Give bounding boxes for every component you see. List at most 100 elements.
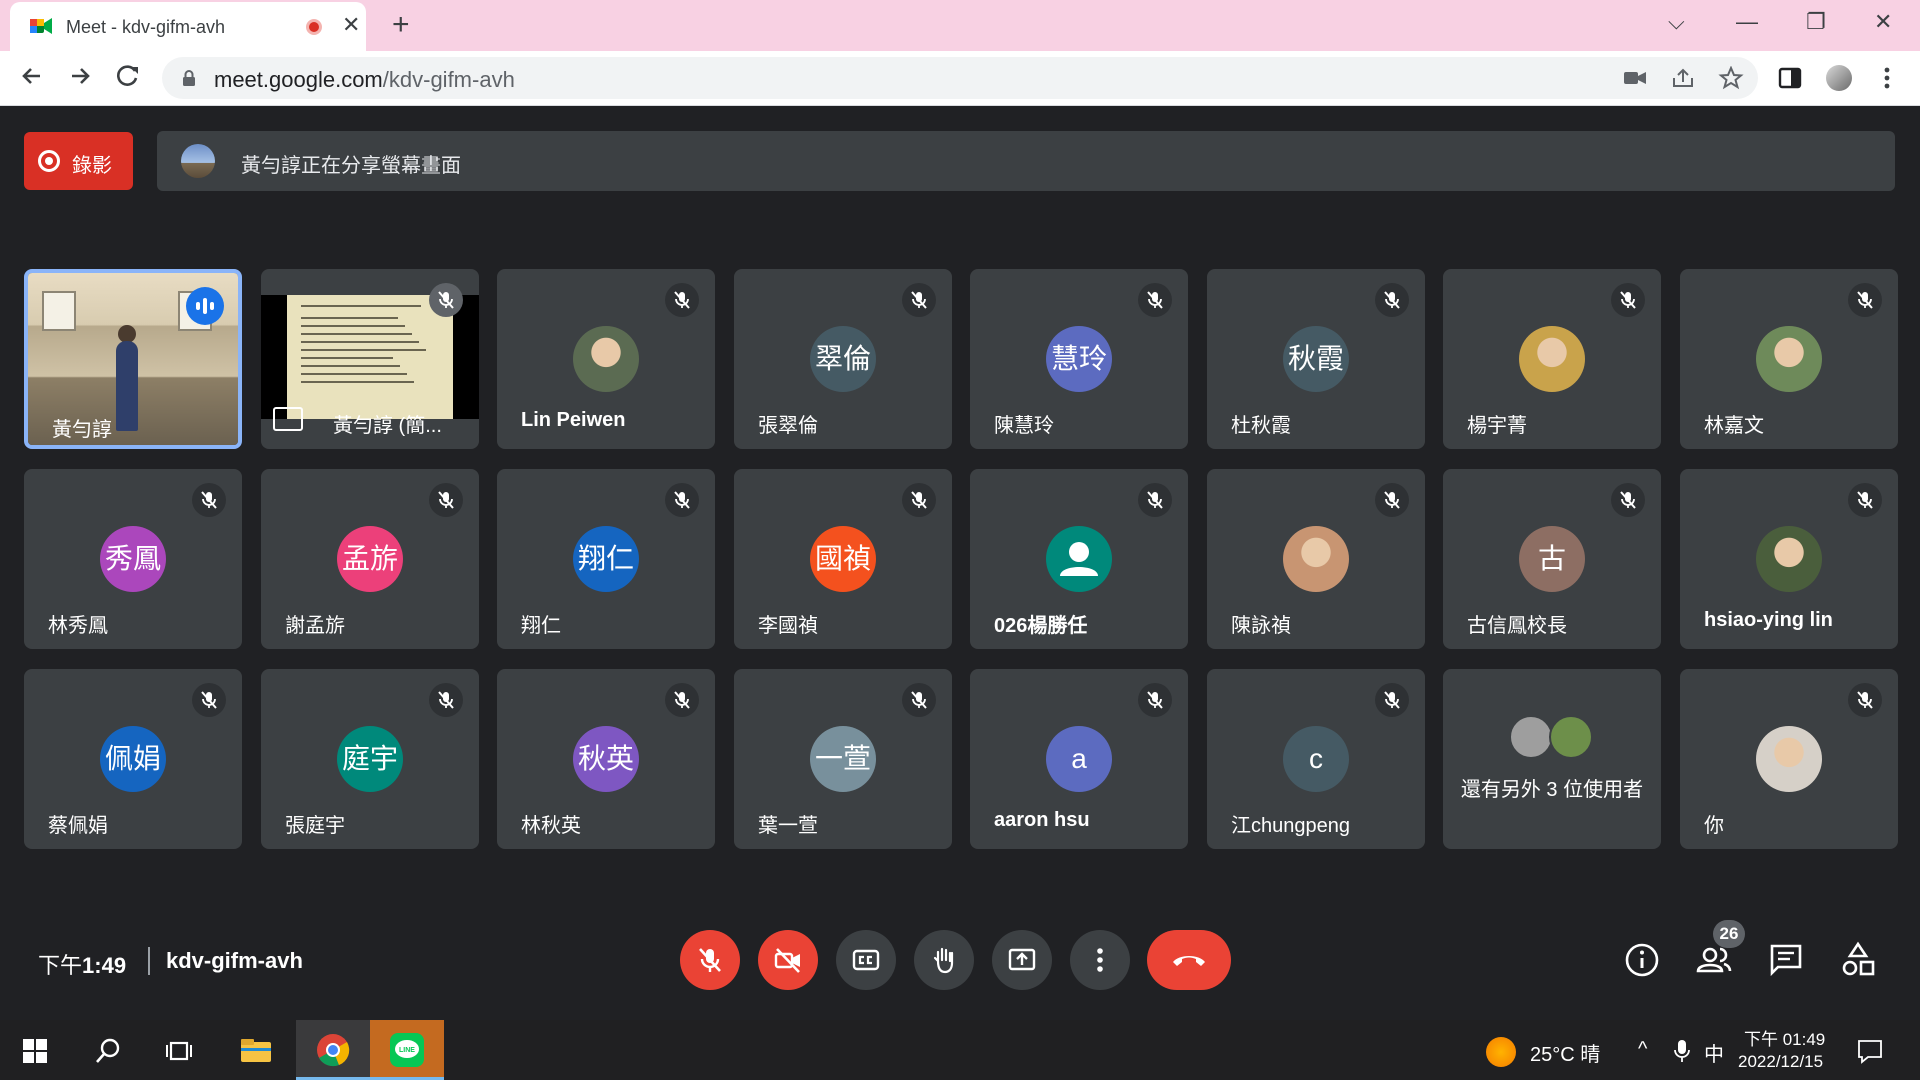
participant-name: 黃勻諄 — [52, 419, 112, 441]
screen-share-banner: 黃勻諄正在分享螢幕畫面 — [157, 131, 1895, 191]
back-arrow-icon[interactable] — [16, 61, 48, 91]
mic-off-icon — [665, 483, 699, 517]
mic-off-icon — [665, 683, 699, 717]
tab-close-icon[interactable]: ✕ — [342, 13, 360, 37]
browser-tab-meet[interactable]: Meet - kdv-gifm-avh ✕ — [10, 2, 366, 51]
participant-tile[interactable]: 還有另外 3 位使用者 — [1443, 669, 1661, 849]
participant-tile[interactable]: 陳詠禎 — [1207, 469, 1425, 649]
participant-tile[interactable]: Lin Peiwen — [497, 269, 715, 449]
participant-tile[interactable]: 翔仁 翔仁 — [497, 469, 715, 649]
tab-search-icon[interactable]: ⌵ — [1668, 10, 1685, 34]
restore-window-button[interactable]: ❐ — [1806, 10, 1826, 34]
present-now-button[interactable] — [992, 930, 1052, 990]
windows-taskbar: LINE 25°C 晴 ^ 中 下午 01:49 2022/12/15 — [0, 1020, 1920, 1080]
participant-avatar: 一萱 — [810, 726, 876, 792]
mic-off-icon — [902, 283, 936, 317]
camera-in-use-icon[interactable] — [1622, 66, 1648, 90]
participant-tile[interactable]: 秋霞 杜秋霞 — [1207, 269, 1425, 449]
captions-button[interactable] — [836, 930, 896, 990]
participant-avatar: 庭宇 — [337, 726, 403, 792]
chat-icon[interactable] — [1766, 940, 1806, 980]
participant-tile[interactable]: 慧玲 陳慧玲 — [970, 269, 1188, 449]
close-window-button[interactable]: ✕ — [1874, 10, 1892, 34]
participant-avatar: 佩娟 — [100, 726, 166, 792]
participant-tile[interactable]: 佩娟 蔡佩娟 — [24, 669, 242, 849]
participant-tile[interactable]: 一萱葉一萱 — [734, 669, 952, 849]
mic-off-icon — [1138, 483, 1172, 517]
participant-tile[interactable]: 翠倫 張翠倫 — [734, 269, 952, 449]
participant-tile[interactable]: 林嘉文 — [1680, 269, 1898, 449]
recording-button[interactable]: 錄影 — [24, 132, 133, 190]
participant-name: 張翠倫 — [758, 415, 818, 437]
browser-tab-strip: Meet - kdv-gifm-avh ✕ + ⌵ — ❐ ✕ — [0, 0, 1920, 51]
participant-photo — [1283, 526, 1349, 592]
search-icon[interactable] — [94, 1037, 122, 1065]
tray-time[interactable]: 下午 01:49 — [1744, 1025, 1825, 1050]
mic-off-icon — [192, 683, 226, 717]
reload-icon[interactable] — [112, 61, 144, 91]
participant-tile[interactable]: 國禎 李國禎 — [734, 469, 952, 649]
more-menu-icon[interactable] — [1874, 65, 1900, 91]
participant-tile[interactable]: 古古信鳳校長 — [1443, 469, 1661, 649]
mic-off-icon — [1848, 283, 1882, 317]
participant-count-badge: 26 — [1713, 920, 1745, 948]
camera-toggle-button[interactable] — [758, 930, 818, 990]
meeting-code: kdv-gifm-avh — [166, 948, 303, 973]
svg-text:LINE: LINE — [399, 1047, 415, 1054]
participant-tile[interactable]: 黃勻諄 — [24, 269, 242, 449]
share-icon[interactable] — [1670, 66, 1696, 90]
profile-avatar[interactable] — [1826, 65, 1852, 91]
participant-tile[interactable]: 黃勻諄 (簡... — [261, 269, 479, 449]
windows-start-icon[interactable] — [22, 1038, 48, 1064]
participant-name: 張庭宇 — [285, 815, 345, 837]
tab-recording-indicator-icon — [306, 19, 322, 35]
address-bar[interactable]: meet.google.com/kdv-gifm-avh — [162, 57, 1758, 99]
participant-tile[interactable]: c 江chungpeng — [1207, 669, 1425, 849]
url-text[interactable]: meet.google.com/kdv-gifm-avh — [214, 67, 515, 93]
input-method-indicator[interactable]: 中 — [1704, 1038, 1724, 1067]
tray-date[interactable]: 2022/12/15 — [1738, 1052, 1823, 1072]
participant-tile[interactable]: 秋英 林秋英 — [497, 669, 715, 849]
raise-hand-button[interactable] — [914, 930, 974, 990]
mic-off-icon — [1138, 683, 1172, 717]
participant-tile[interactable]: 秀鳳 林秀鳳 — [24, 469, 242, 649]
participant-photo — [1756, 326, 1822, 392]
more-options-button[interactable] — [1070, 930, 1130, 990]
tray-chevron-icon[interactable]: ^ — [1638, 1038, 1647, 1061]
leave-call-button[interactable] — [1147, 930, 1231, 990]
participant-name: hsiao-ying lin — [1704, 609, 1833, 631]
participant-tile[interactable]: 庭宇張庭宇 — [261, 669, 479, 849]
participant-tile[interactable]: hsiao-ying lin — [1680, 469, 1898, 649]
participant-name: 葉一萱 — [758, 815, 818, 837]
participant-avatar: 古 — [1519, 526, 1585, 592]
participant-tile[interactable]: 楊宇菁 — [1443, 269, 1661, 449]
participant-tile[interactable]: 026楊勝任 — [970, 469, 1188, 649]
bookmark-star-icon[interactable] — [1718, 66, 1744, 90]
mic-off-icon — [429, 683, 463, 717]
new-tab-button[interactable]: + — [392, 8, 410, 42]
side-panel-icon[interactable] — [1777, 65, 1803, 91]
minimize-window-button[interactable]: — — [1736, 10, 1758, 34]
line-app-icon: LINE — [390, 1033, 424, 1067]
weather-sun-icon[interactable] — [1486, 1037, 1516, 1067]
weather-text[interactable]: 25°C 晴 — [1530, 1038, 1600, 1067]
participant-tile[interactable]: 你 — [1680, 669, 1898, 849]
participant-name: 李國禎 — [758, 615, 818, 637]
microphone-toggle-button[interactable] — [680, 930, 740, 990]
mic-off-icon — [699, 948, 721, 972]
taskbar-line[interactable]: LINE — [370, 1020, 444, 1080]
lock-icon[interactable] — [182, 70, 196, 86]
activities-icon[interactable] — [1838, 940, 1878, 980]
microphone-tray-icon[interactable] — [1674, 1039, 1690, 1063]
taskbar-file-explorer[interactable] — [218, 1020, 292, 1080]
forward-arrow-icon[interactable] — [64, 61, 96, 91]
taskbar-chrome[interactable] — [296, 1020, 370, 1080]
record-icon — [38, 150, 60, 172]
meeting-details-icon[interactable] — [1622, 940, 1662, 980]
task-view-icon[interactable] — [165, 1037, 193, 1065]
participant-name: 江chungpeng — [1231, 815, 1350, 837]
participant-tile[interactable]: a aaron hsu — [970, 669, 1188, 849]
clock-time: 1:49 — [82, 953, 127, 978]
participant-tile[interactable]: 孟旂 謝孟旂 — [261, 469, 479, 649]
notification-center-icon[interactable] — [1856, 1037, 1884, 1065]
